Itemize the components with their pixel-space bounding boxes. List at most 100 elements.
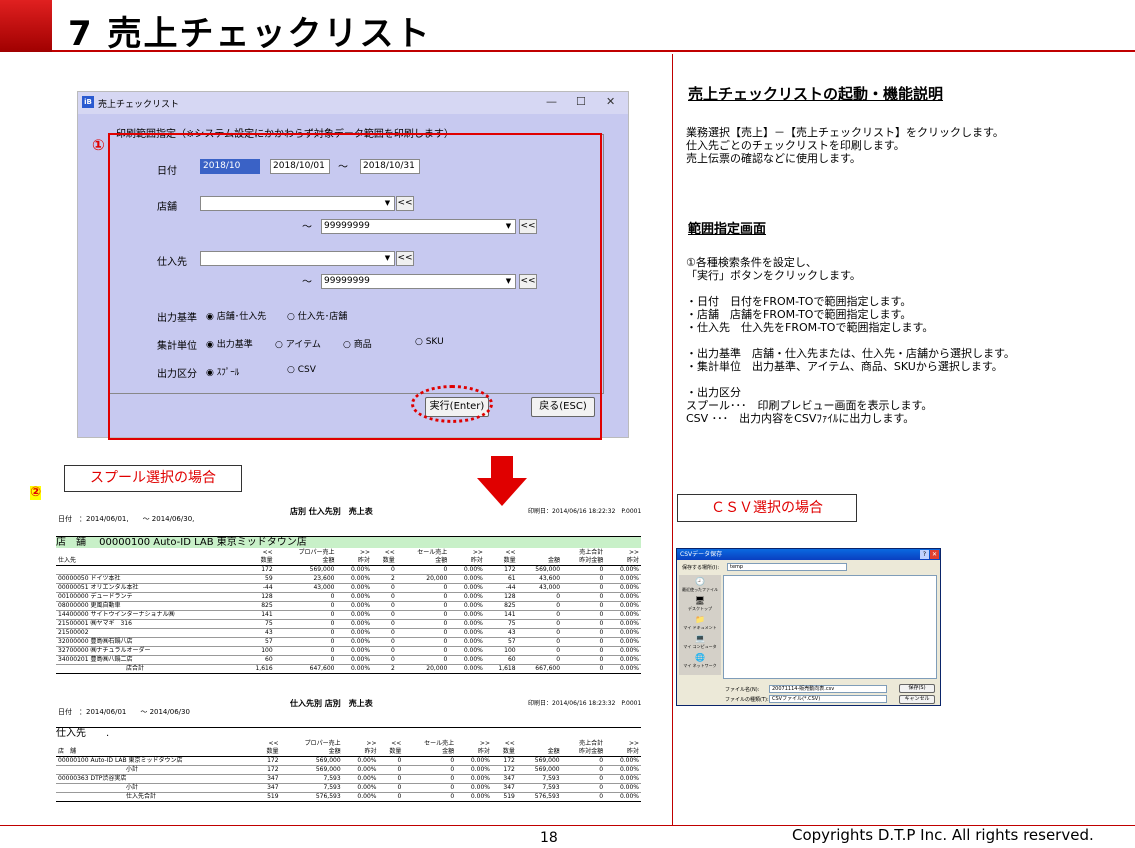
- table-cell: 0.00%: [605, 565, 641, 575]
- marker-one: ①: [92, 136, 105, 154]
- table-cell: 0: [517, 601, 563, 611]
- table-cell: 仕入先合計: [56, 792, 256, 802]
- table-cell: 141: [241, 610, 275, 620]
- place-icon: 📁: [695, 615, 705, 624]
- table-cell: 128: [484, 592, 518, 602]
- table-cell: 0.00%: [336, 646, 373, 656]
- table-cell: 0.00%: [456, 774, 492, 784]
- table-cell: 0: [403, 792, 457, 802]
- table-cell: 0.00%: [336, 592, 373, 602]
- section-heading-main: 売上チェックリストの起動・機能説明: [688, 85, 944, 103]
- minimize-icon[interactable]: —: [546, 95, 557, 108]
- table-cell: -44: [484, 583, 518, 593]
- table-cell: 7,593: [516, 774, 562, 784]
- table-cell: 7,593: [516, 783, 562, 793]
- place-icon: 🖥: [694, 596, 706, 605]
- table-cell: 0.00%: [605, 637, 641, 647]
- table-cell: 2: [372, 664, 397, 674]
- table-cell: 0.00%: [336, 637, 373, 647]
- table-cell: 00000050 ドイツ本社: [56, 574, 242, 584]
- table-cell: 0.00%: [449, 637, 485, 647]
- table-cell: 0: [274, 592, 337, 602]
- save-in-label: 保存する場所(I):: [682, 565, 720, 571]
- table-cell: 0.00%: [605, 792, 641, 802]
- cancel-button[interactable]: キャンセル: [899, 695, 935, 704]
- header-cell: <<: [504, 740, 515, 747]
- table-cell: 0: [517, 610, 563, 620]
- save-button[interactable]: 保存(S): [899, 684, 935, 693]
- marker-two: ②: [30, 485, 42, 500]
- table-cell: 0: [396, 619, 450, 629]
- place-item[interactable]: 🌐 マイ ネットワーク: [679, 653, 721, 672]
- header-cell: <<: [505, 549, 516, 556]
- table-cell: 0: [378, 774, 404, 784]
- table-cell: 576,593: [516, 792, 562, 802]
- exec-highlight: [411, 385, 493, 423]
- table-cell: 0: [274, 646, 337, 656]
- table-cell: 34000201 豊島㈱八鍋二店: [56, 655, 242, 665]
- table-cell: 0.00%: [449, 583, 485, 593]
- table-cell: 0.00%: [336, 655, 373, 665]
- table-cell: 0: [562, 664, 606, 674]
- places-list: 🕘 最近使ったファイル 🖥 デスクトップ 📁 マイ ドキュメント 💻 マイ コンピュータ 🌐 マイ…: [679, 577, 721, 672]
- table-cell: 21500001 ㈱ヤマギ 316: [56, 619, 242, 629]
- place-item[interactable]: 🕘 最近使ったファイル: [679, 577, 721, 596]
- table-cell: 2: [372, 574, 397, 584]
- dialog-title: 売上チェックリスト: [98, 100, 180, 110]
- header-cell: 店 舗: [56, 748, 256, 757]
- filetype-select[interactable]: CSVファイル(*.CSV): [769, 695, 887, 703]
- table-cell: 59: [241, 574, 275, 584]
- close-icon[interactable]: ✕: [930, 550, 939, 559]
- header-cell: 昨対: [342, 748, 379, 757]
- table-cell: 569,000: [517, 565, 563, 575]
- report2-table: << プロパー売上 >> << セール売上 >> << 売上合計 >> 店 舗数量 金額 昨対 数量 金額…: [56, 740, 641, 802]
- table-cell: 0: [274, 601, 337, 611]
- table-cell: 0.00%: [336, 619, 373, 629]
- column-divider: [672, 54, 673, 826]
- table-cell: 0: [396, 646, 450, 656]
- table-cell: 647,600: [274, 664, 337, 674]
- csv-callout: ＣＳＶ選択の場合: [677, 494, 857, 522]
- place-item[interactable]: 🖥 デスクトップ: [679, 596, 721, 615]
- table-cell: 519: [255, 792, 281, 802]
- table-cell: 21500002: [56, 628, 242, 638]
- table-cell: 172: [484, 565, 518, 575]
- file-list[interactable]: [723, 575, 937, 679]
- table-cell: 569,000: [516, 756, 562, 766]
- maximize-icon[interactable]: ☐: [576, 95, 586, 108]
- report1-printed: 印刷日：2014/06/16 18:22:32 P.0001: [528, 508, 642, 515]
- table-cell: 0: [562, 628, 606, 638]
- table-cell: 569,000: [274, 565, 337, 575]
- table-cell: 0: [378, 792, 404, 802]
- save-in-select[interactable]: temp: [727, 563, 847, 571]
- header-cell: セール売上: [417, 549, 448, 556]
- table-cell: 100: [484, 646, 518, 656]
- table-cell: 0: [562, 610, 606, 620]
- close-icon[interactable]: ✕: [606, 95, 615, 108]
- report1-store: 店 舗 00000100 Auto-ID LAB 東京ミッドタウン店: [56, 536, 641, 548]
- table-cell: 0.00%: [605, 601, 641, 611]
- help-icon[interactable]: ?: [920, 550, 929, 559]
- table-cell: 0.00%: [456, 792, 492, 802]
- table-cell: 0: [274, 637, 337, 647]
- csv-save-dialog: CSVデータ保存 ? ✕ 保存する場所(I): temp 🕘 最近使ったファイル 🖥…: [676, 548, 941, 706]
- table-cell: 576,593: [280, 792, 343, 802]
- table-cell: 0: [517, 646, 563, 656]
- table-cell: 43: [241, 628, 275, 638]
- table-cell: 0: [517, 628, 563, 638]
- table-cell: 0.00%: [605, 592, 641, 602]
- section-paragraph-main: 業務選択【売上】－【売上チェックリスト】をクリックします。 仕入先ごとのチェック…: [686, 126, 1004, 165]
- table-cell: 0.00%: [336, 574, 373, 584]
- table-row: 32700000 ㈱ナチュラルオーダー 100 0 0.00% 0 0 0.00% 100 0 0…: [56, 646, 641, 656]
- table-cell: 7,593: [280, 774, 343, 784]
- place-item[interactable]: 📁 マイ ドキュメント: [679, 615, 721, 634]
- table-cell: 0: [396, 592, 450, 602]
- table-cell: 172: [491, 756, 517, 766]
- filename-input[interactable]: 20071114-販売動向表.csv: [769, 685, 887, 693]
- table-cell: 0.00%: [449, 565, 485, 575]
- place-item[interactable]: 💻 マイ コンピュータ: [679, 634, 721, 653]
- table-cell: 0: [372, 610, 397, 620]
- table-cell: 0.00%: [605, 664, 641, 674]
- table-cell: 0: [396, 601, 450, 611]
- table-row: 00100000 デュードランテ 128 0 0.00% 0 0 0.00% 128 0 0 0.0…: [56, 592, 641, 602]
